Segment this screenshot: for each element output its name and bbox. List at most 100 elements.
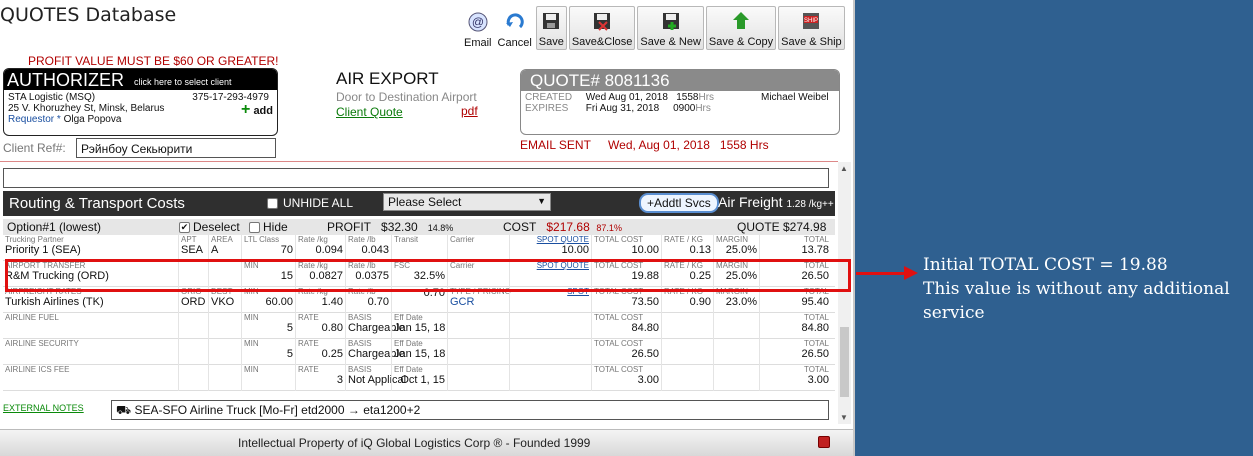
authorizer-header[interactable]: AUTHORIZER click here to select client [4,69,277,90]
pdf-link[interactable]: pdf [461,104,478,118]
table-cell: BASIS Chargeable [345,339,405,365]
export-service: Door to Destination Airport [336,90,477,104]
table-cell [208,313,241,339]
annotation-line-2: This value is without any additional ser… [923,279,1230,323]
cell-header: MIN [244,365,259,374]
cell-header: Eff Date [394,365,423,374]
annotation-arrow-head-icon [904,266,918,280]
table-cell: Rate /lb 0.043 [345,235,391,261]
scroll-down-icon[interactable]: ▼ [840,413,848,422]
cell-value: Oct 1, 15 [400,374,445,386]
cell-header: Carrier [450,235,475,244]
table-cell [447,365,509,391]
expires-hrs: Hrs [695,103,711,114]
external-notes-input[interactable]: ⛟ SEA-SFO Airline Truck [Mo-Fr] etd2000 … [111,400,829,420]
scroll-thumb[interactable] [840,327,849,397]
table-cell: MIN [241,365,295,391]
unhide-checkbox[interactable] [267,197,278,209]
cell-value: Chargeable [348,348,405,360]
client-phone: 375-17-293-4979 [192,92,269,103]
table-cell: TOTAL COST 26.50 [591,339,661,365]
cell-header: TOTAL COST [594,313,644,322]
client-ref-input[interactable]: Рэйнбоу Секьюрити [76,138,276,158]
table-cell: BASIS Not Applical [345,365,406,391]
profit-percent: 14.8% [427,223,454,233]
table-cell [447,339,509,365]
cell-header: SPOT QUOTE [536,235,589,244]
save-ship-button[interactable]: SHIP Save & Ship [778,6,845,50]
service-select[interactable]: Please Select ▼ [383,193,551,211]
email-sent-date: Wed, Aug 01, 2018 [608,138,710,152]
expires-label: EXPIRES [525,103,569,114]
table-cell[interactable]: SPOT QUOTE 10.00 [509,235,591,261]
cell-value: Turkish Airlines (TK) [5,296,104,308]
cell-value: 0.094 [315,244,343,256]
table-cell: LTL Class 70 [241,235,295,261]
profit-summary: PROFIT $32.30 14.8% [327,220,453,234]
save-button[interactable]: Save [535,6,567,50]
add-requestor-button[interactable]: + add [241,102,273,118]
additional-services-button[interactable]: +Addtl Svcs [639,193,719,213]
toolbar-label: Save & New [640,36,701,48]
table-cell [178,365,208,391]
service-select-value: Please Select [388,195,462,209]
authorizer-panel[interactable]: AUTHORIZER click here to select client S… [3,68,278,136]
quote-panel: QUOTE# 8081136 CREATED Wed Aug 01, 2018 … [520,69,840,135]
scroll-up-icon[interactable]: ▲ [840,164,848,173]
cell-value: GCR [450,296,475,308]
profit-label: PROFIT [327,220,371,234]
table-cell [509,365,591,391]
cell-header: TOTAL [803,365,829,374]
client-quote-link[interactable]: Client Quote [336,105,477,119]
cell-header: Transit [394,235,419,244]
unhide-all-toggle[interactable]: UNHIDE ALL [267,196,353,210]
table-cell: Trucking Partner Priority 1 (SEA) [3,235,178,261]
external-notes-value: SEA-SFO Airline Truck [Mo-Fr] etd2000 → … [134,403,421,417]
save-new-button[interactable]: Save & New [637,6,704,50]
cell-header: RATE [298,313,319,322]
cell-header: TOTAL [803,313,829,322]
cell-value: 0.80 [321,322,343,334]
email-button[interactable]: @ Email [462,6,494,50]
svg-text:SHIP: SHIP [804,18,818,24]
table-cell: Carrier [447,235,509,261]
save-close-button[interactable]: Save&Close [568,6,636,50]
table-cell: MARGIN 25.0% [713,235,759,261]
cell-value: 84.80 [631,322,659,334]
cell-value: 0.70 [367,296,389,308]
internal-notes-input[interactable] [3,168,829,188]
table-cell: AIRLINE FUEL [3,313,178,339]
cell-value: 0.13 [689,244,711,256]
cell-value: 5 [286,348,293,360]
deselect-checkbox[interactable]: ✔ [179,221,190,233]
email-sent-time: 1558 Hrs [719,138,769,152]
save-icon [540,10,562,36]
cell-value: 70 [280,244,293,256]
cell-header: Eff Date [394,339,423,348]
table-cell: TOTAL 3.00 [759,365,831,391]
cell-header: RATE / KG [664,235,703,244]
toolbar-label: Cancel [497,37,532,49]
table-cell [447,313,509,339]
cell-value: 25.0% [725,244,757,256]
table-cell [178,339,208,365]
table-cell: TOTAL 84.80 [759,313,831,339]
authorizer-details: STA Logistic (MSQ) 375-17-293-4979 25 V.… [4,90,277,127]
cost-label: COST [503,220,537,234]
authorizer-hint[interactable]: click here to select client [134,77,232,87]
table-cell [509,313,591,339]
unhide-label: UNHIDE ALL [283,196,354,210]
table-cell [208,339,241,365]
vertical-scrollbar[interactable]: ▲ ▼ [838,162,851,424]
client-ref-label: Client Ref#: [3,141,66,155]
hide-toggle[interactable]: Hide [249,220,288,234]
hide-checkbox[interactable] [249,221,260,233]
save-copy-button[interactable]: Save & Copy [705,6,777,50]
cancel-button[interactable]: Cancel [496,6,534,50]
table-cell: TOTAL COST 10.00 [591,235,661,261]
deselect-toggle[interactable]: ✔ Deselect [179,220,240,234]
cell-value: 0.90 [689,296,711,308]
footer-app-icon[interactable] [818,436,830,448]
email-sent-label: EMAIL SENT [520,138,591,152]
external-notes-label[interactable]: EXTERNAL NOTES [3,403,84,413]
